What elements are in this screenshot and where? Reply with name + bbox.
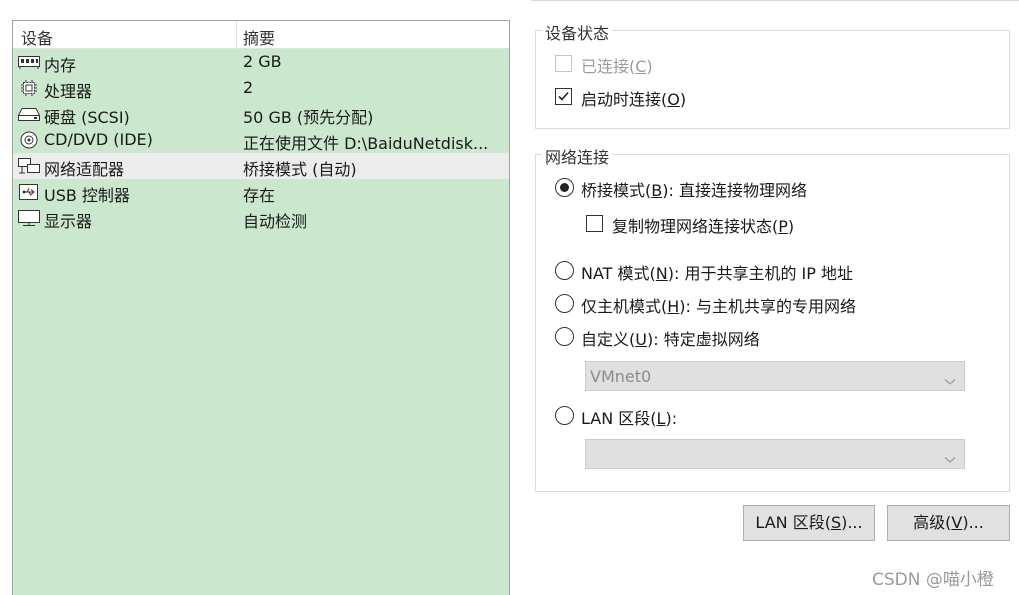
connect-at-power-on-label: 启动时连接(O) (581, 90, 687, 109)
replicate-checkbox-box[interactable] (586, 215, 603, 232)
device-summary: 桥接模式 (自动) (243, 160, 357, 179)
device-status-title: 设备状态 (542, 20, 613, 44)
custom-network-value: VMnet0 (590, 367, 652, 386)
device-summary: 50 GB (预先分配) (243, 108, 374, 127)
watermark: CSDN @喵小橙 (872, 570, 994, 590)
device-status-group: 设备状态 已连接(C) 启动时连接(O) (535, 20, 1010, 129)
host-only-label: 仅主机模式(H): 与主机共享的专用网络 (581, 297, 857, 316)
device-row-hard-disk[interactable]: 硬盘 (SCSI) 50 GB (预先分配) (13, 101, 509, 127)
device-row-display[interactable]: 显示器 自动检测 (13, 205, 509, 231)
device-summary: 2 (243, 78, 254, 97)
device-row-cd-dvd[interactable]: CD/DVD (IDE) 正在使用文件 D:\BaiduNetdisk... (13, 127, 509, 153)
lan-segment-label: LAN 区段(L): (581, 409, 678, 428)
lan-segments-button[interactable]: LAN 区段(S)... (743, 505, 875, 541)
bridged-label: 桥接模式(B): 直接连接物理网络 (581, 181, 807, 200)
network-connection-title: 网络连接 (542, 144, 613, 168)
chevron-down-icon (944, 371, 956, 390)
device-name: 网络适配器 (44, 160, 125, 179)
device-name: 内存 (44, 56, 77, 75)
host-only-radio-button[interactable] (555, 294, 574, 313)
top-divider (531, 0, 1019, 1)
lan-segment-select[interactable] (585, 439, 965, 469)
network-adapter-icon (17, 157, 41, 175)
cd-dvd-icon (17, 131, 41, 149)
device-summary: 自动检测 (243, 212, 308, 231)
replicate-label: 复制物理网络连接状态(P) (612, 217, 795, 236)
device-summary: 2 GB (243, 52, 282, 71)
connected-checkbox-box[interactable] (555, 55, 572, 72)
device-name: 处理器 (44, 82, 93, 101)
column-header-summary[interactable]: 摘要 (243, 25, 275, 49)
device-summary: 存在 (243, 186, 276, 205)
hard-disk-icon (17, 105, 41, 123)
device-list[interactable]: 设备 摘要 内存 2 GB 处理器 2 硬盘 (SCSI) 50 GB (预先分… (12, 20, 510, 595)
device-row-network-adapter[interactable]: 网络适配器 桥接模式 (自动) (13, 153, 509, 179)
network-connection-group: 网络连接 桥接模式(B): 直接连接物理网络 复制物理网络连接状态(P) NAT… (535, 144, 1010, 492)
checkmark-icon (558, 91, 569, 101)
device-name: 显示器 (44, 212, 93, 231)
device-name: USB 控制器 (44, 186, 130, 205)
bridged-radio-button[interactable] (555, 178, 574, 197)
usb-icon (17, 183, 41, 201)
column-separator[interactable] (236, 21, 237, 48)
advanced-button[interactable]: 高级(V)... (887, 505, 1010, 541)
custom-radio-button[interactable] (555, 327, 574, 346)
device-row-memory[interactable]: 内存 2 GB (13, 49, 509, 75)
display-icon (17, 209, 41, 227)
device-row-usb-controller[interactable]: USB 控制器 存在 (13, 179, 509, 205)
custom-network-select[interactable]: VMnet0 (585, 361, 965, 391)
device-row-processor[interactable]: 处理器 2 (13, 75, 509, 101)
device-list-header: 设备 摘要 (13, 21, 509, 49)
device-summary: 正在使用文件 D:\BaiduNetdisk... (243, 134, 489, 153)
column-header-device[interactable]: 设备 (21, 25, 53, 49)
lan-segment-radio-button[interactable] (555, 406, 574, 425)
nat-radio-button[interactable] (555, 261, 574, 280)
connected-label: 已连接(C) (581, 57, 653, 76)
processor-icon (17, 79, 41, 97)
connect-at-power-on-checkbox-box[interactable] (555, 88, 572, 105)
device-name: 硬盘 (SCSI) (44, 108, 130, 127)
device-name: CD/DVD (IDE) (44, 130, 153, 149)
custom-label: 自定义(U): 特定虚拟网络 (581, 330, 760, 349)
memory-icon (17, 53, 41, 71)
chevron-down-icon (944, 449, 956, 468)
nat-label: NAT 模式(N): 用于共享主机的 IP 地址 (581, 264, 854, 283)
